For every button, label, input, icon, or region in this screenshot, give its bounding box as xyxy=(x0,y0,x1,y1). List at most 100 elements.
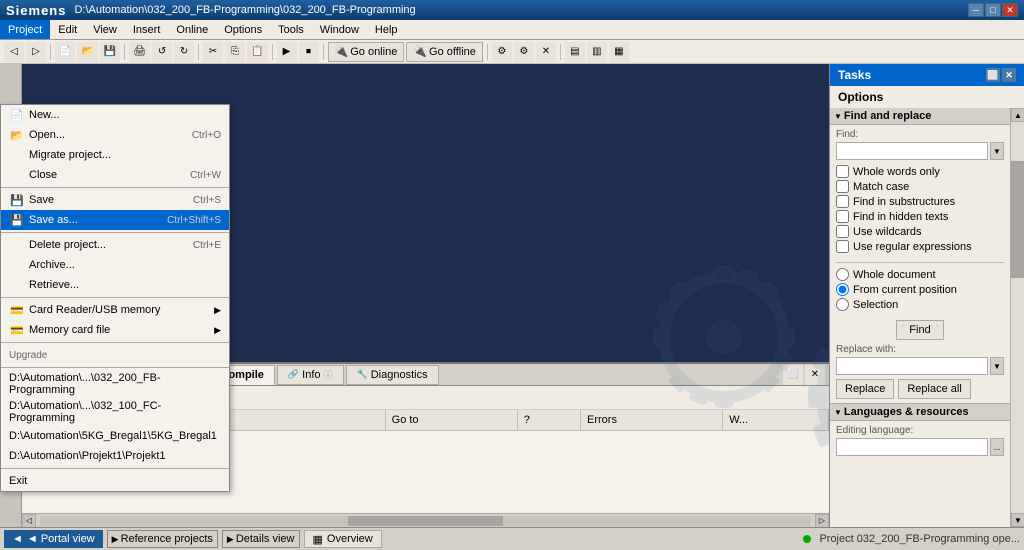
cb-hidden: Find in hidden texts xyxy=(836,209,1004,224)
replace-dropdown[interactable]: ▼ xyxy=(990,357,1004,375)
selection-radio[interactable] xyxy=(836,298,849,311)
toolbar: ◁ ▷ 📄 📂 💾 🖨 ↺ ↻ ✂ ⎘ 📋 ▶ ⏹ 🔌 Go online 🔌 … xyxy=(0,40,1024,64)
whole-doc-radio[interactable] xyxy=(836,268,849,281)
siemens-logo: Siemens xyxy=(6,3,66,18)
copy-button[interactable]: ⎘ xyxy=(225,42,245,62)
scroll-thumb xyxy=(348,516,502,526)
menu-card-reader[interactable]: 💳 Card Reader/USB memory ▶ xyxy=(1,300,229,320)
menu-recent-2[interactable]: D:\Automation\...\032_100_FC-Programming xyxy=(1,398,229,426)
menu-migrate[interactable]: Migrate project... xyxy=(1,145,229,165)
chevron-down-icon: ▼ xyxy=(834,112,842,121)
run-button[interactable]: ▶ xyxy=(277,42,297,62)
menu-exit[interactable]: Exit xyxy=(1,471,229,491)
save-button[interactable]: 💾 xyxy=(100,42,120,62)
layout-button[interactable]: ▤ xyxy=(565,42,585,62)
hidden-checkbox[interactable] xyxy=(836,210,849,223)
menu-recent-4[interactable]: D:\Automation\Projekt1\Projekt1 xyxy=(1,446,229,466)
print-button[interactable]: 🖨 xyxy=(129,42,150,62)
redo-button[interactable]: ↻ xyxy=(174,42,194,62)
find-input[interactable] xyxy=(836,142,988,160)
restore-button[interactable]: □ xyxy=(985,3,1001,17)
go-offline-button[interactable]: 🔌 Go offline xyxy=(406,42,483,62)
tab-diagnostics[interactable]: 🔧 Diagnostics xyxy=(346,365,439,385)
status-indicator xyxy=(803,535,811,543)
tab-info[interactable]: 🔗 Info ⓘ xyxy=(277,365,344,385)
regex-checkbox[interactable] xyxy=(836,240,849,253)
menu-edit[interactable]: Edit xyxy=(50,20,85,39)
menu-help[interactable]: Help xyxy=(367,20,406,39)
menu-tools[interactable]: Tools xyxy=(270,20,312,39)
wildcards-checkbox[interactable] xyxy=(836,225,849,238)
editing-lang-browse[interactable]: ... xyxy=(990,438,1004,456)
forward-button[interactable]: ▷ xyxy=(26,42,46,62)
menu-saveas[interactable]: 💾 Save as... Ctrl+Shift+S xyxy=(1,210,229,230)
scroll-track[interactable] xyxy=(40,516,811,526)
menu-options[interactable]: Options xyxy=(216,20,270,39)
misc1-button[interactable]: ✕ xyxy=(536,42,556,62)
whole-words-checkbox[interactable] xyxy=(836,165,849,178)
undo-button[interactable]: ↺ xyxy=(152,42,172,62)
details-view-btn[interactable]: ▶ Details view xyxy=(222,530,300,548)
layout2-button[interactable]: ▥ xyxy=(587,42,607,62)
menu-archive[interactable]: Archive... xyxy=(1,255,229,275)
title-bar: Siemens D:\Automation\032_200_FB-Program… xyxy=(0,0,1024,20)
cpu-button[interactable]: ⚙ xyxy=(492,42,512,62)
window-controls: ─ □ ✕ xyxy=(968,3,1018,17)
reference-projects-btn[interactable]: ▶ Reference projects xyxy=(107,530,218,548)
tasks-close-btn[interactable]: ✕ xyxy=(1002,68,1016,82)
menu-upgrade-header: Upgrade xyxy=(1,345,229,365)
scroll-track-right[interactable] xyxy=(1011,122,1024,513)
settings-button[interactable]: ⚙ xyxy=(514,42,534,62)
radio-current-pos: From current position xyxy=(836,282,1004,297)
find-button[interactable]: Find xyxy=(896,320,943,340)
match-case-checkbox[interactable] xyxy=(836,180,849,193)
editing-lang-row: ... xyxy=(836,438,1004,456)
menu-new[interactable]: 📄 New... xyxy=(1,105,229,125)
close-button[interactable]: ✕ xyxy=(1002,3,1018,17)
languages-content: Editing language: ... xyxy=(830,421,1010,460)
editing-lang-input[interactable] xyxy=(836,438,988,456)
overview-button[interactable]: ▦ Overview xyxy=(304,530,382,548)
back-button[interactable]: ◁ xyxy=(4,42,24,62)
cut-button[interactable]: ✂ xyxy=(203,42,223,62)
go-online-button[interactable]: 🔌 Go online xyxy=(328,42,405,62)
replace-all-button[interactable]: Replace all xyxy=(898,379,970,399)
menu-retrieve[interactable]: Retrieve... xyxy=(1,275,229,295)
substructures-checkbox[interactable] xyxy=(836,195,849,208)
menu-open[interactable]: 📂 Open... Ctrl+O xyxy=(1,125,229,145)
menu-view[interactable]: View xyxy=(85,20,125,39)
find-replace-section-header[interactable]: ▼ Find and replace xyxy=(830,108,1010,125)
scroll-left[interactable]: ◁ xyxy=(22,514,36,528)
languages-section-header[interactable]: ▼ Languages & resources xyxy=(830,403,1010,421)
scroll-down-btn[interactable]: ▼ xyxy=(1011,513,1024,527)
menu-memory-card[interactable]: 💳 Memory card file ▶ xyxy=(1,320,229,340)
portal-view-button[interactable]: ◄ ◄ Portal view xyxy=(4,530,103,548)
menu-online[interactable]: Online xyxy=(168,20,216,39)
menu-project[interactable]: Project xyxy=(0,20,50,39)
cb-regex: Use regular expressions xyxy=(836,239,1004,254)
replace-input[interactable] xyxy=(836,357,988,375)
new-button[interactable]: 📄 xyxy=(55,42,75,62)
menu-recent-3[interactable]: D:\Automation\5KG_Bregal1\5KG_Bregal1 xyxy=(1,426,229,446)
menu-save[interactable]: 💾 Save Ctrl+S xyxy=(1,190,229,210)
layout3-button[interactable]: ▦ xyxy=(609,42,629,62)
menu-recent-1[interactable]: D:\Automation\...\032_200_FB-Programming xyxy=(1,370,229,398)
menu-window[interactable]: Window xyxy=(312,20,367,39)
scroll-up-btn[interactable]: ▲ xyxy=(1011,108,1024,122)
tasks-panel-header: Tasks ⬜ ✕ xyxy=(830,64,1024,86)
tasks-float-btn[interactable]: ⬜ xyxy=(986,68,1000,82)
menu-delete-project[interactable]: Delete project... Ctrl+E xyxy=(1,235,229,255)
current-pos-radio[interactable] xyxy=(836,283,849,296)
paste-button[interactable]: 📋 xyxy=(247,42,267,62)
app-title: D:\Automation\032_200_FB-Programming\032… xyxy=(74,4,968,16)
status-text: Project 032_200_FB-Programming ope... xyxy=(819,533,1020,545)
tasks-content: ▼ Find and replace Find: ▼ Whole words o… xyxy=(830,108,1010,527)
menu-insert[interactable]: Insert xyxy=(125,20,169,39)
open-button[interactable]: 📂 xyxy=(77,42,97,62)
find-dropdown[interactable]: ▼ xyxy=(990,142,1004,160)
find-input-row: ▼ xyxy=(836,142,1004,160)
menu-close[interactable]: Close Ctrl+W xyxy=(1,165,229,185)
replace-button[interactable]: Replace xyxy=(836,379,894,399)
stop-button[interactable]: ⏹ xyxy=(299,42,319,62)
minimize-button[interactable]: ─ xyxy=(968,3,984,17)
